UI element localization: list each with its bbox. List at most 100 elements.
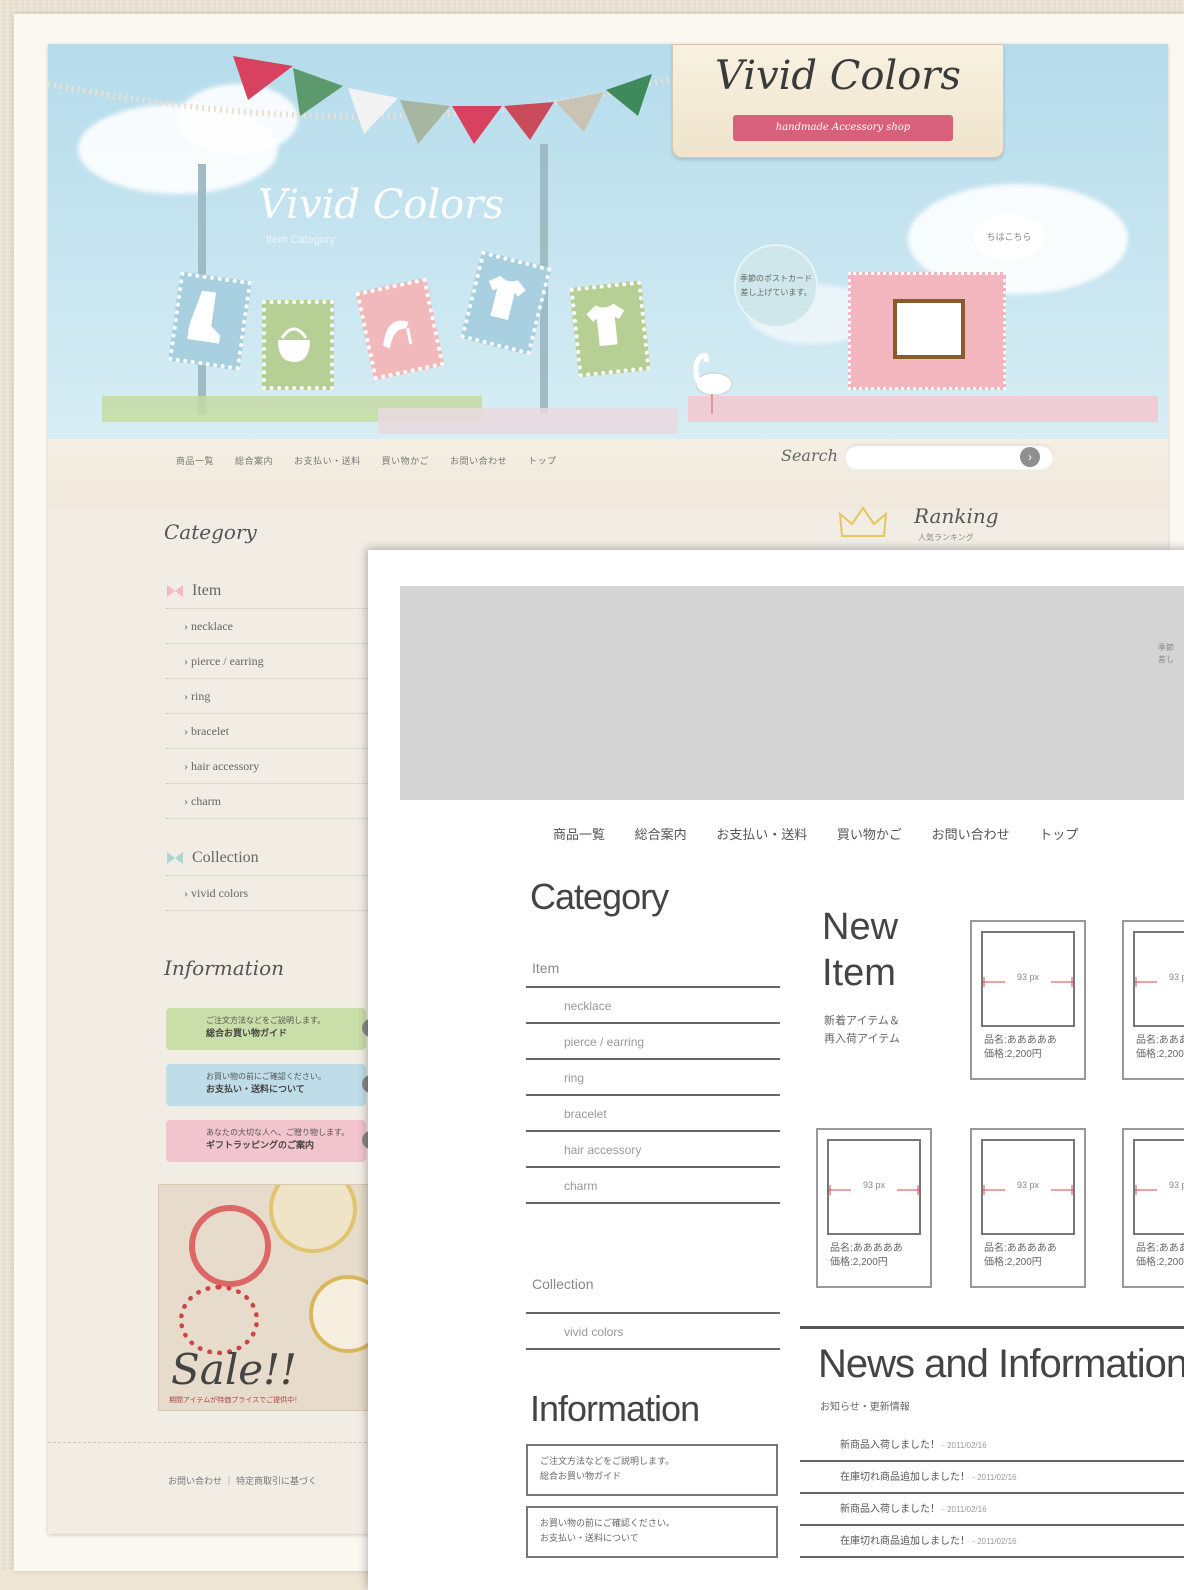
news-item[interactable]: 在庫切れ商品追加しました！ - 2011/02/16: [800, 1526, 1184, 1558]
new-item-heading: New Item: [822, 904, 898, 996]
box-line2: 総合お買い物ガイド: [540, 1471, 622, 1481]
washi-tape: [688, 396, 1158, 422]
washi-tape: [378, 408, 678, 434]
payment-banner[interactable]: お買い物の前にご確認ください。 お支払い・送料について: [166, 1064, 380, 1106]
new-item-subheading: 新着アイテム＆ 再入荷アイテム: [824, 1012, 900, 1048]
crown-icon: [838, 506, 888, 537]
boot-icon: [187, 290, 221, 344]
banner-line2: お支払い・送料について: [206, 1084, 305, 1094]
collection-link[interactable]: vivid colors: [526, 1314, 780, 1350]
product-caption: 品名:あああああ 価格:2,200円: [830, 1242, 903, 1270]
ranking-title: Ranking: [914, 504, 999, 528]
gift-wrapping-banner[interactable]: あなたの大切な人へ、ご贈り物します。 ギフトラッピングのご案内: [166, 1120, 380, 1162]
product-name: 品名:あああああ: [830, 1243, 903, 1254]
news-date: - 2011/02/16: [970, 1473, 1017, 1482]
item-group: Item: [526, 950, 780, 988]
nav-item[interactable]: 商品一覧: [176, 456, 214, 466]
collection-link[interactable]: › vivid colors: [166, 876, 376, 911]
product-image-placeholder: 93 px: [981, 931, 1075, 1027]
category-link[interactable]: necklace: [526, 988, 780, 1024]
item-group: Item: [166, 574, 376, 609]
banner-line1: お買い物の前にご確認ください。: [206, 1072, 326, 1081]
wireframe-collection-list: Collection vivid colors: [526, 1256, 780, 1350]
category-link[interactable]: pierce / earring: [526, 1024, 780, 1060]
shirt-stamp-2[interactable]: [569, 280, 651, 378]
nav-item[interactable]: トップ: [1039, 827, 1078, 842]
product-card[interactable]: 93 px 品名:あああああ 価格:2,200円: [970, 1128, 1086, 1288]
category-link[interactable]: › bracelet: [166, 714, 376, 749]
collection-link-label: vivid colors: [191, 886, 248, 900]
bow-icon: [167, 852, 183, 865]
category-link[interactable]: › charm: [166, 784, 376, 819]
information-heading: Information: [164, 956, 285, 980]
category-link-label: ring: [191, 689, 211, 703]
shopping-guide-box[interactable]: ご注文方法などをご説明します。 総合お買い物ガイド: [526, 1444, 778, 1496]
nav-item[interactable]: 買い物かご: [382, 456, 430, 466]
tshirt-icon: [488, 275, 526, 320]
postcard-image[interactable]: [848, 272, 1006, 390]
high-heel-icon: [383, 320, 413, 349]
width-label: 93 px: [862, 1180, 886, 1190]
news-item[interactable]: 在庫切れ商品追加しました！ - 2011/02/16: [800, 1462, 1184, 1494]
information-heading: Information: [530, 1388, 700, 1429]
sale-banner[interactable]: Sale!! 期間アイテムが特価プライスでご提供中！: [158, 1184, 400, 1411]
search-go-icon[interactable]: ›: [1020, 447, 1040, 467]
wireframe-global-nav: 商品一覧 総合案内 お支払い・送料 買い物かご お問い合わせ トップ: [553, 824, 1104, 843]
sky-subtitle: Item Category: [266, 234, 336, 246]
payment-info-box[interactable]: お買い物の前にご確認ください。 お支払い・送料について: [526, 1506, 778, 1558]
sale-subtitle: 期間アイテムが特価プライスでご提供中！: [169, 1397, 302, 1404]
category-link[interactable]: ring: [526, 1060, 780, 1096]
category-link[interactable]: › necklace: [166, 609, 376, 644]
product-card[interactable]: 93 px 品名:あああああ 価格:2,200円: [970, 920, 1086, 1080]
frame-icon: [893, 299, 965, 359]
search-label: Search: [781, 446, 838, 465]
product-card[interactable]: 93 px 品名:あああああ 価格:2,200円: [816, 1128, 932, 1288]
category-link[interactable]: › ring: [166, 679, 376, 714]
category-link[interactable]: bracelet: [526, 1096, 780, 1132]
nav-item[interactable]: お支払い・送料: [294, 456, 361, 466]
nav-item[interactable]: 買い物かご: [837, 827, 902, 842]
shopping-guide-banner[interactable]: ご注文方法などをご説明します。 総合お買い物ガイド: [166, 1008, 380, 1050]
back-category-list: Item › necklace › pierce / earring › rin…: [166, 574, 376, 911]
bag-stamp[interactable]: [262, 300, 334, 390]
width-label: 93 px: [1016, 1180, 1040, 1190]
product-name: 品名:あああああ: [1136, 1035, 1184, 1046]
news-item[interactable]: 新商品入荷しました！ - 2011/02/16: [800, 1430, 1184, 1462]
category-link[interactable]: hair accessory: [526, 1132, 780, 1168]
nav-item[interactable]: お支払い・送料: [716, 827, 807, 842]
news-date: - 2011/02/16: [940, 1441, 987, 1450]
sky-title: Vivid Colors: [258, 182, 504, 228]
news-text: 新商品入荷しました！: [840, 1504, 940, 1515]
category-heading: Category: [530, 876, 669, 917]
category-link-label: bracelet: [191, 724, 229, 738]
product-card[interactable]: 93 px 品名:あああああ 価格:2,200円: [1122, 1128, 1184, 1288]
category-link[interactable]: › hair accessory: [166, 749, 376, 784]
product-name: 品名:あああああ: [1136, 1243, 1184, 1254]
category-link-label: hair accessory: [191, 759, 260, 773]
new-item-heading-line2: Item: [822, 952, 896, 994]
logo-plate[interactable]: Vivid Colors handmade Accessory shop: [672, 44, 1004, 158]
banner-line2: 総合お買い物ガイド: [206, 1028, 288, 1038]
nav-item[interactable]: 総合案内: [635, 827, 687, 842]
product-card[interactable]: 93 px 品名:あああああ 価格:2,200円: [1122, 920, 1184, 1080]
news-item[interactable]: 新商品入荷しました！ - 2011/02/16: [800, 1494, 1184, 1526]
nav-item[interactable]: お問い合わせ: [932, 827, 1010, 842]
news-heading: News and Information: [818, 1342, 1184, 1386]
nav-item[interactable]: トップ: [528, 456, 557, 466]
footer-links[interactable]: お問い合わせ ｜ 特定商取引に基づく: [168, 1474, 317, 1487]
nav-item[interactable]: お問い合わせ: [450, 456, 507, 466]
news-text: 在庫切れ商品追加しました！: [840, 1536, 970, 1547]
corner-line: 差し: [1158, 655, 1174, 664]
nav-item[interactable]: 総合案内: [235, 456, 273, 466]
nav-item[interactable]: 商品一覧: [553, 827, 605, 842]
bag-icon: [278, 327, 310, 362]
news-subheading: お知らせ・更新情報: [820, 1402, 910, 1413]
product-name: 品名:あああああ: [984, 1243, 1057, 1254]
product-caption: 品名:あああああ 価格:2,200円: [984, 1034, 1057, 1062]
flamingo-icon: [693, 352, 733, 414]
postcard-bubble[interactable]: 季節のポストカード 差し上げています。: [734, 244, 818, 328]
boot-stamp[interactable]: [168, 271, 252, 371]
category-link[interactable]: › pierce / earring: [166, 644, 376, 679]
banner-line1: ご注文方法などをご説明します。: [206, 1016, 326, 1025]
category-link[interactable]: charm: [526, 1168, 780, 1204]
